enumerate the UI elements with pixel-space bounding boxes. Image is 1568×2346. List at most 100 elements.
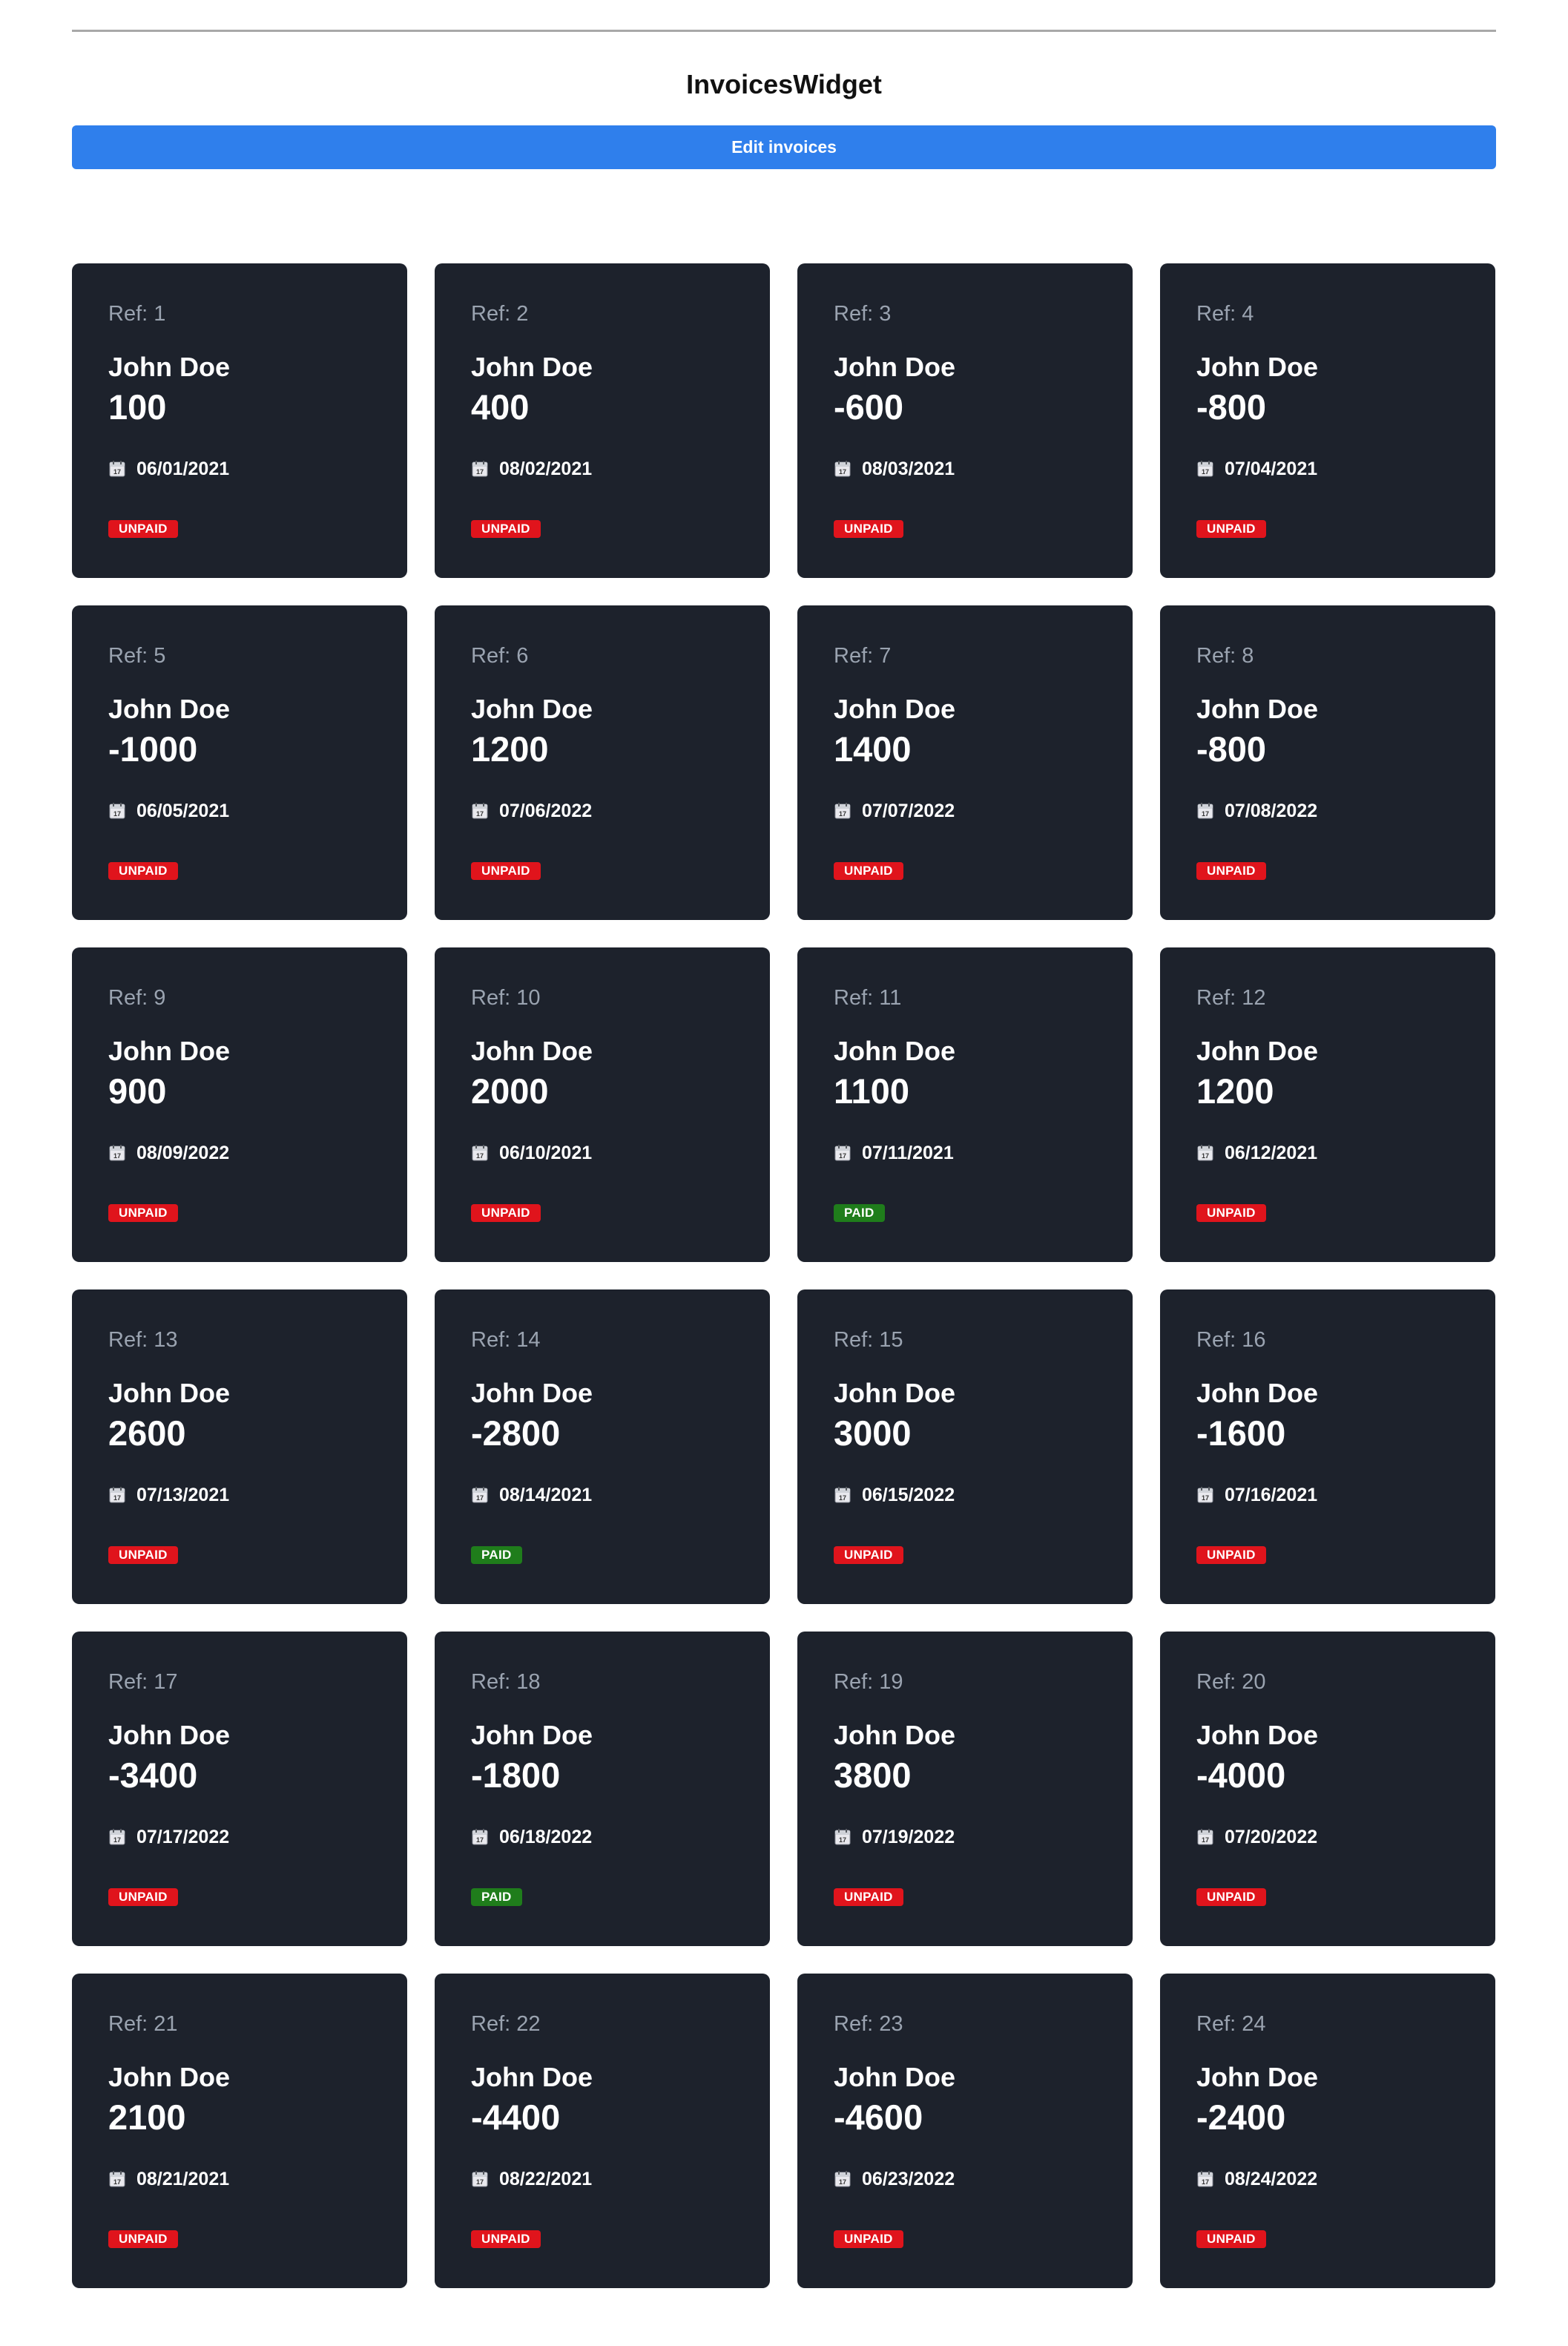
invoice-grid: Ref: 1 John Doe 100 17 06/01/2021 UNPAID…	[72, 263, 1496, 2288]
invoice-date: 06/15/2022	[862, 1485, 955, 1505]
invoice-date-row: 17 08/24/2022	[1196, 2168, 1317, 2190]
customer-name: John Doe	[108, 1036, 231, 1066]
invoice-card[interactable]: Ref: 11 John Doe 1100 17 07/11/2021 PAID	[797, 947, 1133, 1262]
calendar-icon: 17	[1196, 1486, 1214, 1504]
calendar-icon: 17	[1196, 460, 1214, 478]
svg-text:17: 17	[1202, 468, 1209, 476]
invoice-ref: Ref: 22	[471, 2012, 541, 2036]
status-badge: UNPAID	[834, 1546, 903, 1564]
status-badge: UNPAID	[1196, 1546, 1266, 1564]
invoice-date: 07/07/2022	[862, 801, 955, 821]
invoice-amount: 2000	[471, 1071, 549, 1111]
calendar-icon: 17	[1196, 1144, 1214, 1162]
customer-name: John Doe	[471, 1378, 593, 1408]
invoice-card[interactable]: Ref: 6 John Doe 1200 17 07/06/2022 UNPAI…	[435, 605, 770, 920]
customer-name: John Doe	[108, 2062, 231, 2092]
customer-name: John Doe	[834, 352, 956, 382]
calendar-icon: 17	[834, 1144, 851, 1162]
invoice-amount: -1000	[108, 729, 198, 769]
invoice-date-row: 17 07/16/2021	[1196, 1484, 1317, 1506]
invoice-card[interactable]: Ref: 9 John Doe 900 17 08/09/2022 UNPAID	[72, 947, 407, 1262]
customer-name: John Doe	[471, 352, 593, 382]
customer-name: John Doe	[834, 1720, 956, 1750]
invoice-amount: -800	[1196, 387, 1267, 427]
invoice-card[interactable]: Ref: 10 John Doe 2000 17 06/10/2021 UNPA…	[435, 947, 770, 1262]
invoice-date-row: 17 08/21/2021	[108, 2168, 229, 2190]
customer-name: John Doe	[471, 1036, 593, 1066]
invoice-card[interactable]: Ref: 20 John Doe -4000 17 07/20/2022 UNP…	[1160, 1632, 1495, 1946]
invoice-card[interactable]: Ref: 13 John Doe 2600 17 07/13/2021 UNPA…	[72, 1289, 407, 1604]
calendar-icon: 17	[834, 2170, 851, 2188]
invoice-card[interactable]: Ref: 22 John Doe -4400 17 08/22/2021 UNP…	[435, 1974, 770, 2288]
status-badge: UNPAID	[1196, 1204, 1266, 1222]
invoice-card[interactable]: Ref: 4 John Doe -800 17 07/04/2021 UNPAI…	[1160, 263, 1495, 578]
customer-name: John Doe	[471, 2062, 593, 2092]
invoice-date-row: 17 08/14/2021	[471, 1484, 592, 1506]
calendar-icon: 17	[471, 802, 489, 820]
invoice-amount: -800	[1196, 729, 1267, 769]
invoice-card[interactable]: Ref: 7 John Doe 1400 17 07/07/2022 UNPAI…	[797, 605, 1133, 920]
invoice-date: 07/08/2022	[1225, 801, 1318, 821]
invoice-date-row: 17 07/13/2021	[108, 1484, 229, 1506]
status-badge: UNPAID	[1196, 2230, 1266, 2248]
invoice-card[interactable]: Ref: 19 John Doe 3800 17 07/19/2022 UNPA…	[797, 1632, 1133, 1946]
invoice-card[interactable]: Ref: 23 John Doe -4600 17 06/23/2022 UNP…	[797, 1974, 1133, 2288]
invoice-ref: Ref: 10	[471, 986, 541, 1010]
invoice-card[interactable]: Ref: 12 John Doe 1200 17 06/12/2021 UNPA…	[1160, 947, 1495, 1262]
invoice-card[interactable]: Ref: 1 John Doe 100 17 06/01/2021 UNPAID	[72, 263, 407, 578]
invoice-date-row: 17 06/23/2022	[834, 2168, 955, 2190]
invoice-card[interactable]: Ref: 8 John Doe -800 17 07/08/2022 UNPAI…	[1160, 605, 1495, 920]
invoice-ref: Ref: 13	[108, 1328, 178, 1352]
invoice-date-row: 17 07/07/2022	[834, 800, 955, 822]
invoice-ref: Ref: 15	[834, 1328, 903, 1352]
invoice-card[interactable]: Ref: 16 John Doe -1600 17 07/16/2021 UNP…	[1160, 1289, 1495, 1604]
invoice-card[interactable]: Ref: 15 John Doe 3000 17 06/15/2022 UNPA…	[797, 1289, 1133, 1604]
calendar-icon: 17	[1196, 1828, 1214, 1846]
invoice-amount: 1200	[1196, 1071, 1274, 1111]
customer-name: John Doe	[108, 1378, 231, 1408]
svg-text:17: 17	[113, 810, 121, 818]
invoice-ref: Ref: 1	[108, 302, 166, 326]
invoice-date: 07/06/2022	[499, 801, 593, 821]
invoice-card[interactable]: Ref: 17 John Doe -3400 17 07/17/2022 UNP…	[72, 1632, 407, 1946]
invoice-card[interactable]: Ref: 18 John Doe -1800 17 06/18/2022 PAI…	[435, 1632, 770, 1946]
status-badge: UNPAID	[471, 1204, 541, 1222]
invoice-card[interactable]: Ref: 2 John Doe 400 17 08/02/2021 UNPAID	[435, 263, 770, 578]
invoice-date-row: 17 06/12/2021	[1196, 1142, 1317, 1164]
svg-text:17: 17	[113, 2178, 121, 2186]
invoice-ref: Ref: 7	[834, 644, 892, 668]
edit-invoices-button[interactable]: Edit invoices	[72, 125, 1496, 169]
page-title: InvoicesWidget	[686, 69, 882, 99]
invoice-ref: Ref: 14	[471, 1328, 541, 1352]
invoice-date-row: 17 06/10/2021	[471, 1142, 592, 1164]
status-badge: UNPAID	[471, 862, 541, 880]
calendar-icon: 17	[471, 1486, 489, 1504]
invoice-date-row: 17 07/17/2022	[108, 1826, 229, 1848]
invoice-ref: Ref: 18	[471, 1670, 541, 1694]
invoice-card[interactable]: Ref: 21 John Doe 2100 17 08/21/2021 UNPA…	[72, 1974, 407, 2288]
invoice-card[interactable]: Ref: 3 John Doe -600 17 08/03/2021 UNPAI…	[797, 263, 1133, 578]
invoice-amount: -4000	[1196, 1755, 1286, 1795]
customer-name: John Doe	[471, 1720, 593, 1750]
invoice-date-row: 17 07/19/2022	[834, 1826, 955, 1848]
invoice-date: 07/20/2022	[1225, 1827, 1318, 1847]
invoice-date: 08/02/2021	[499, 459, 593, 479]
calendar-icon: 17	[1196, 802, 1214, 820]
invoice-amount: 2600	[108, 1413, 186, 1453]
calendar-icon: 17	[471, 1828, 489, 1846]
svg-text:17: 17	[113, 1494, 121, 1502]
customer-name: John Doe	[834, 1378, 956, 1408]
status-badge: UNPAID	[834, 520, 903, 538]
invoice-card[interactable]: Ref: 5 John Doe -1000 17 06/05/2021 UNPA…	[72, 605, 407, 920]
invoice-date-row: 17 07/08/2022	[1196, 800, 1317, 822]
invoice-ref: Ref: 19	[834, 1670, 903, 1694]
invoice-ref: Ref: 23	[834, 2012, 903, 2036]
svg-text:17: 17	[839, 1836, 846, 1844]
invoice-date: 08/09/2022	[136, 1143, 230, 1163]
calendar-icon: 17	[834, 460, 851, 478]
invoice-date: 06/10/2021	[499, 1143, 593, 1163]
invoice-card[interactable]: Ref: 14 John Doe -2800 17 08/14/2021 PAI…	[435, 1289, 770, 1604]
invoice-date: 07/17/2022	[136, 1827, 230, 1847]
status-badge: UNPAID	[1196, 1888, 1266, 1906]
invoice-card[interactable]: Ref: 24 John Doe -2400 17 08/24/2022 UNP…	[1160, 1974, 1495, 2288]
